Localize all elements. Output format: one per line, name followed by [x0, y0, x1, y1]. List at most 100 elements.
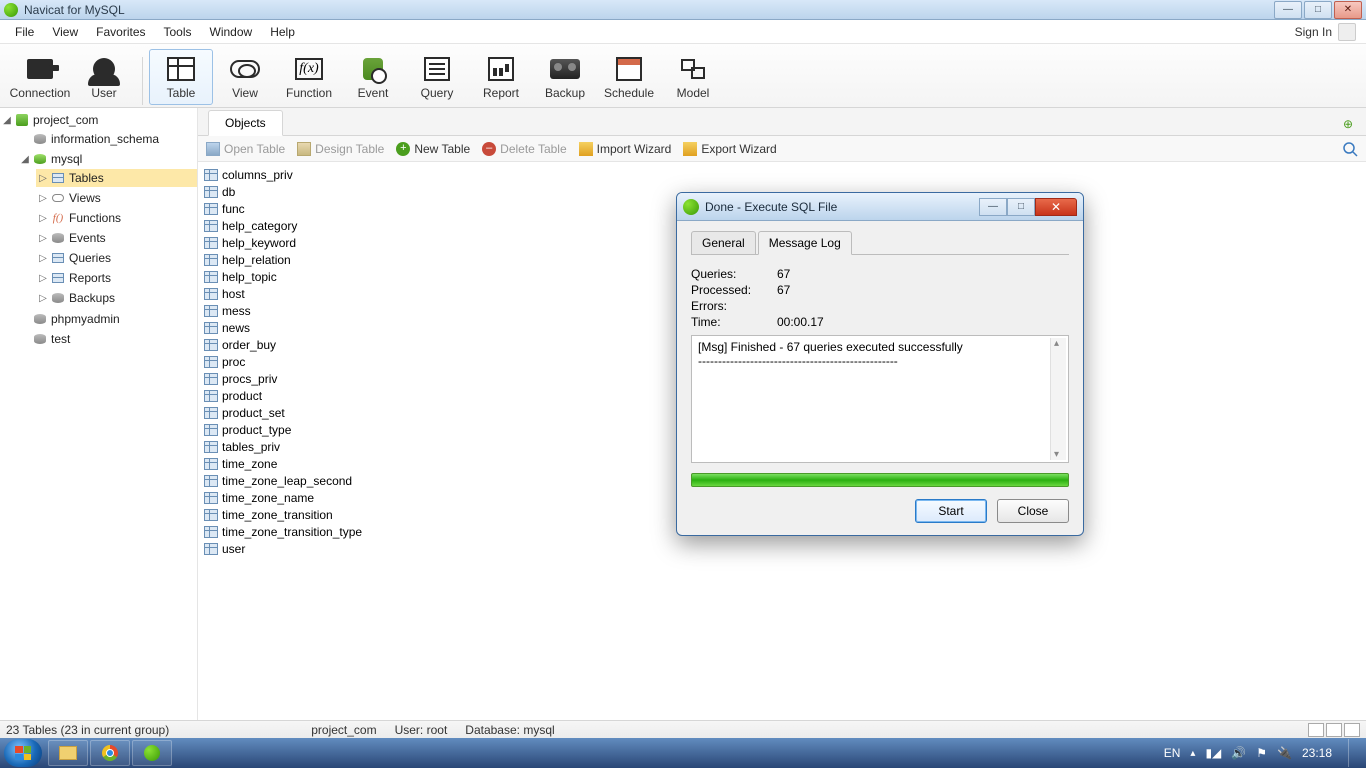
stat-queries-label: Queries: — [691, 267, 777, 281]
toolbar-user[interactable]: User — [72, 49, 136, 105]
table-icon — [204, 390, 218, 402]
tree-node-reports[interactable]: ▷Reports — [36, 269, 197, 287]
table-icon — [204, 356, 218, 368]
table-icon — [204, 475, 218, 487]
tray-arrow-icon[interactable]: ▴ — [1190, 748, 1195, 759]
import-wizard-button[interactable]: Import Wizard — [579, 142, 672, 156]
view-list-button[interactable] — [1308, 723, 1324, 737]
tree-node-events[interactable]: ▷Events — [36, 229, 197, 247]
taskbar-explorer[interactable] — [48, 740, 88, 766]
view-detail-button[interactable] — [1326, 723, 1342, 737]
new-table-icon — [396, 142, 410, 156]
tray-clock[interactable]: 23:18 — [1302, 746, 1332, 760]
tree-db-mysql[interactable]: ◢ mysql — [18, 150, 197, 168]
start-button[interactable]: Start — [915, 499, 987, 523]
table-icon — [204, 237, 218, 249]
toolbar-query[interactable]: Query — [405, 49, 469, 105]
tree-db-test[interactable]: test — [18, 330, 197, 348]
schedule-icon — [612, 54, 646, 84]
app-icon — [4, 3, 18, 17]
toolbar-function[interactable]: f(x)Function — [277, 49, 341, 105]
tray-lang[interactable]: EN — [1164, 746, 1181, 760]
tray-volume-icon[interactable]: 🔊 — [1231, 746, 1246, 760]
execute-sql-dialog: Done - Execute SQL File — □ ✕ General Me… — [676, 192, 1084, 536]
menu-tools[interactable]: Tools — [155, 22, 201, 42]
taskbar-navicat[interactable] — [132, 740, 172, 766]
start-button-win[interactable] — [4, 739, 42, 767]
design-table-button[interactable]: Design Table — [297, 142, 384, 156]
table-icon — [204, 441, 218, 453]
table-icon — [204, 407, 218, 419]
tree-node-tables[interactable]: ▷Tables — [36, 169, 197, 187]
dialog-tab-general[interactable]: General — [691, 231, 756, 255]
object-tabs: Objects ⊕ — [198, 108, 1366, 136]
show-desktop-button[interactable] — [1348, 739, 1358, 767]
delete-table-icon — [482, 142, 496, 156]
search-icon[interactable] — [1342, 141, 1358, 157]
view-mode-buttons — [1308, 723, 1360, 737]
table-icon — [204, 373, 218, 385]
toolbar-connection[interactable]: Connection — [8, 49, 72, 105]
tree-node-functions[interactable]: ▷f()Functions — [36, 209, 197, 227]
dialog-tab-message-log[interactable]: Message Log — [758, 231, 852, 255]
export-wizard-button[interactable]: Export Wizard — [683, 142, 776, 156]
menu-view[interactable]: View — [43, 22, 87, 42]
tree-node-views[interactable]: ▷Views — [36, 189, 197, 207]
tray-flag-icon[interactable]: ⚑ — [1256, 746, 1267, 760]
table-item-columns_priv[interactable]: columns_priv — [198, 166, 1366, 183]
toolbar-event[interactable]: Event — [341, 49, 405, 105]
stat-time-label: Time: — [691, 315, 777, 329]
delete-table-button[interactable]: Delete Table — [482, 142, 567, 156]
object-toolbar: Open Table Design Table New Table Delete… — [198, 136, 1366, 162]
message-line-2: ----------------------------------------… — [698, 354, 1062, 368]
tree-node-queries[interactable]: ▷Queries — [36, 249, 197, 267]
table-icon — [204, 186, 218, 198]
close-dialog-button[interactable]: Close — [997, 499, 1069, 523]
open-table-button[interactable]: Open Table — [206, 142, 285, 156]
menu-favorites[interactable]: Favorites — [87, 22, 154, 42]
new-table-button[interactable]: New Table — [396, 142, 470, 156]
menu-help[interactable]: Help — [261, 22, 304, 42]
maximize-button[interactable]: □ — [1304, 1, 1332, 19]
message-scrollbar[interactable] — [1050, 338, 1066, 460]
tray-power-icon[interactable]: 🔌 — [1277, 746, 1292, 760]
toolbar-schedule[interactable]: Schedule — [597, 49, 661, 105]
dialog-close-button[interactable]: ✕ — [1035, 198, 1077, 216]
progress-bar — [691, 473, 1069, 487]
status-table-count: 23 Tables (23 in current group) — [6, 723, 169, 737]
sign-in[interactable]: Sign In — [1295, 23, 1360, 41]
toolbar-view[interactable]: View — [213, 49, 277, 105]
stat-errors-label: Errors: — [691, 299, 777, 313]
import-icon — [579, 142, 593, 156]
design-table-icon — [297, 142, 311, 156]
table-item-user[interactable]: user — [198, 540, 1366, 557]
minimize-button[interactable]: — — [1274, 1, 1302, 19]
dialog-titlebar[interactable]: Done - Execute SQL File — □ ✕ — [677, 193, 1083, 221]
message-log-box[interactable]: [Msg] Finished - 67 queries executed suc… — [691, 335, 1069, 463]
view-er-button[interactable] — [1344, 723, 1360, 737]
status-database: Database: mysql — [465, 723, 554, 737]
toolbar-report[interactable]: Report — [469, 49, 533, 105]
new-tab-button[interactable]: ⊕ — [1336, 113, 1360, 135]
toolbar-label: Schedule — [604, 86, 654, 100]
toolbar-table[interactable]: Table — [149, 49, 213, 105]
tree-db-phpmyadmin[interactable]: phpmyadmin — [18, 310, 197, 328]
close-button[interactable]: ✕ — [1334, 1, 1362, 19]
tray-network-icon[interactable]: ▮◢ — [1205, 746, 1221, 760]
user-icon — [87, 54, 121, 84]
tree-node-backups[interactable]: ▷Backups — [36, 289, 197, 307]
dialog-maximize-button[interactable]: □ — [1007, 198, 1035, 216]
toolbar-model[interactable]: Model — [661, 49, 725, 105]
toolbar-backup[interactable]: Backup — [533, 49, 597, 105]
table-icon — [204, 305, 218, 317]
tree-connection[interactable]: ◢ project_com — [0, 111, 197, 129]
dialog-minimize-button[interactable]: — — [979, 198, 1007, 216]
tab-objects[interactable]: Objects — [208, 110, 283, 136]
status-bar: 23 Tables (23 in current group) project_… — [0, 720, 1366, 738]
message-line-1: [Msg] Finished - 67 queries executed suc… — [698, 340, 1062, 354]
taskbar-chrome[interactable] — [90, 740, 130, 766]
menu-file[interactable]: File — [6, 22, 43, 42]
stat-processed-label: Processed: — [691, 283, 777, 297]
tree-db-information-schema[interactable]: information_schema — [18, 130, 197, 148]
menu-window[interactable]: Window — [201, 22, 262, 42]
